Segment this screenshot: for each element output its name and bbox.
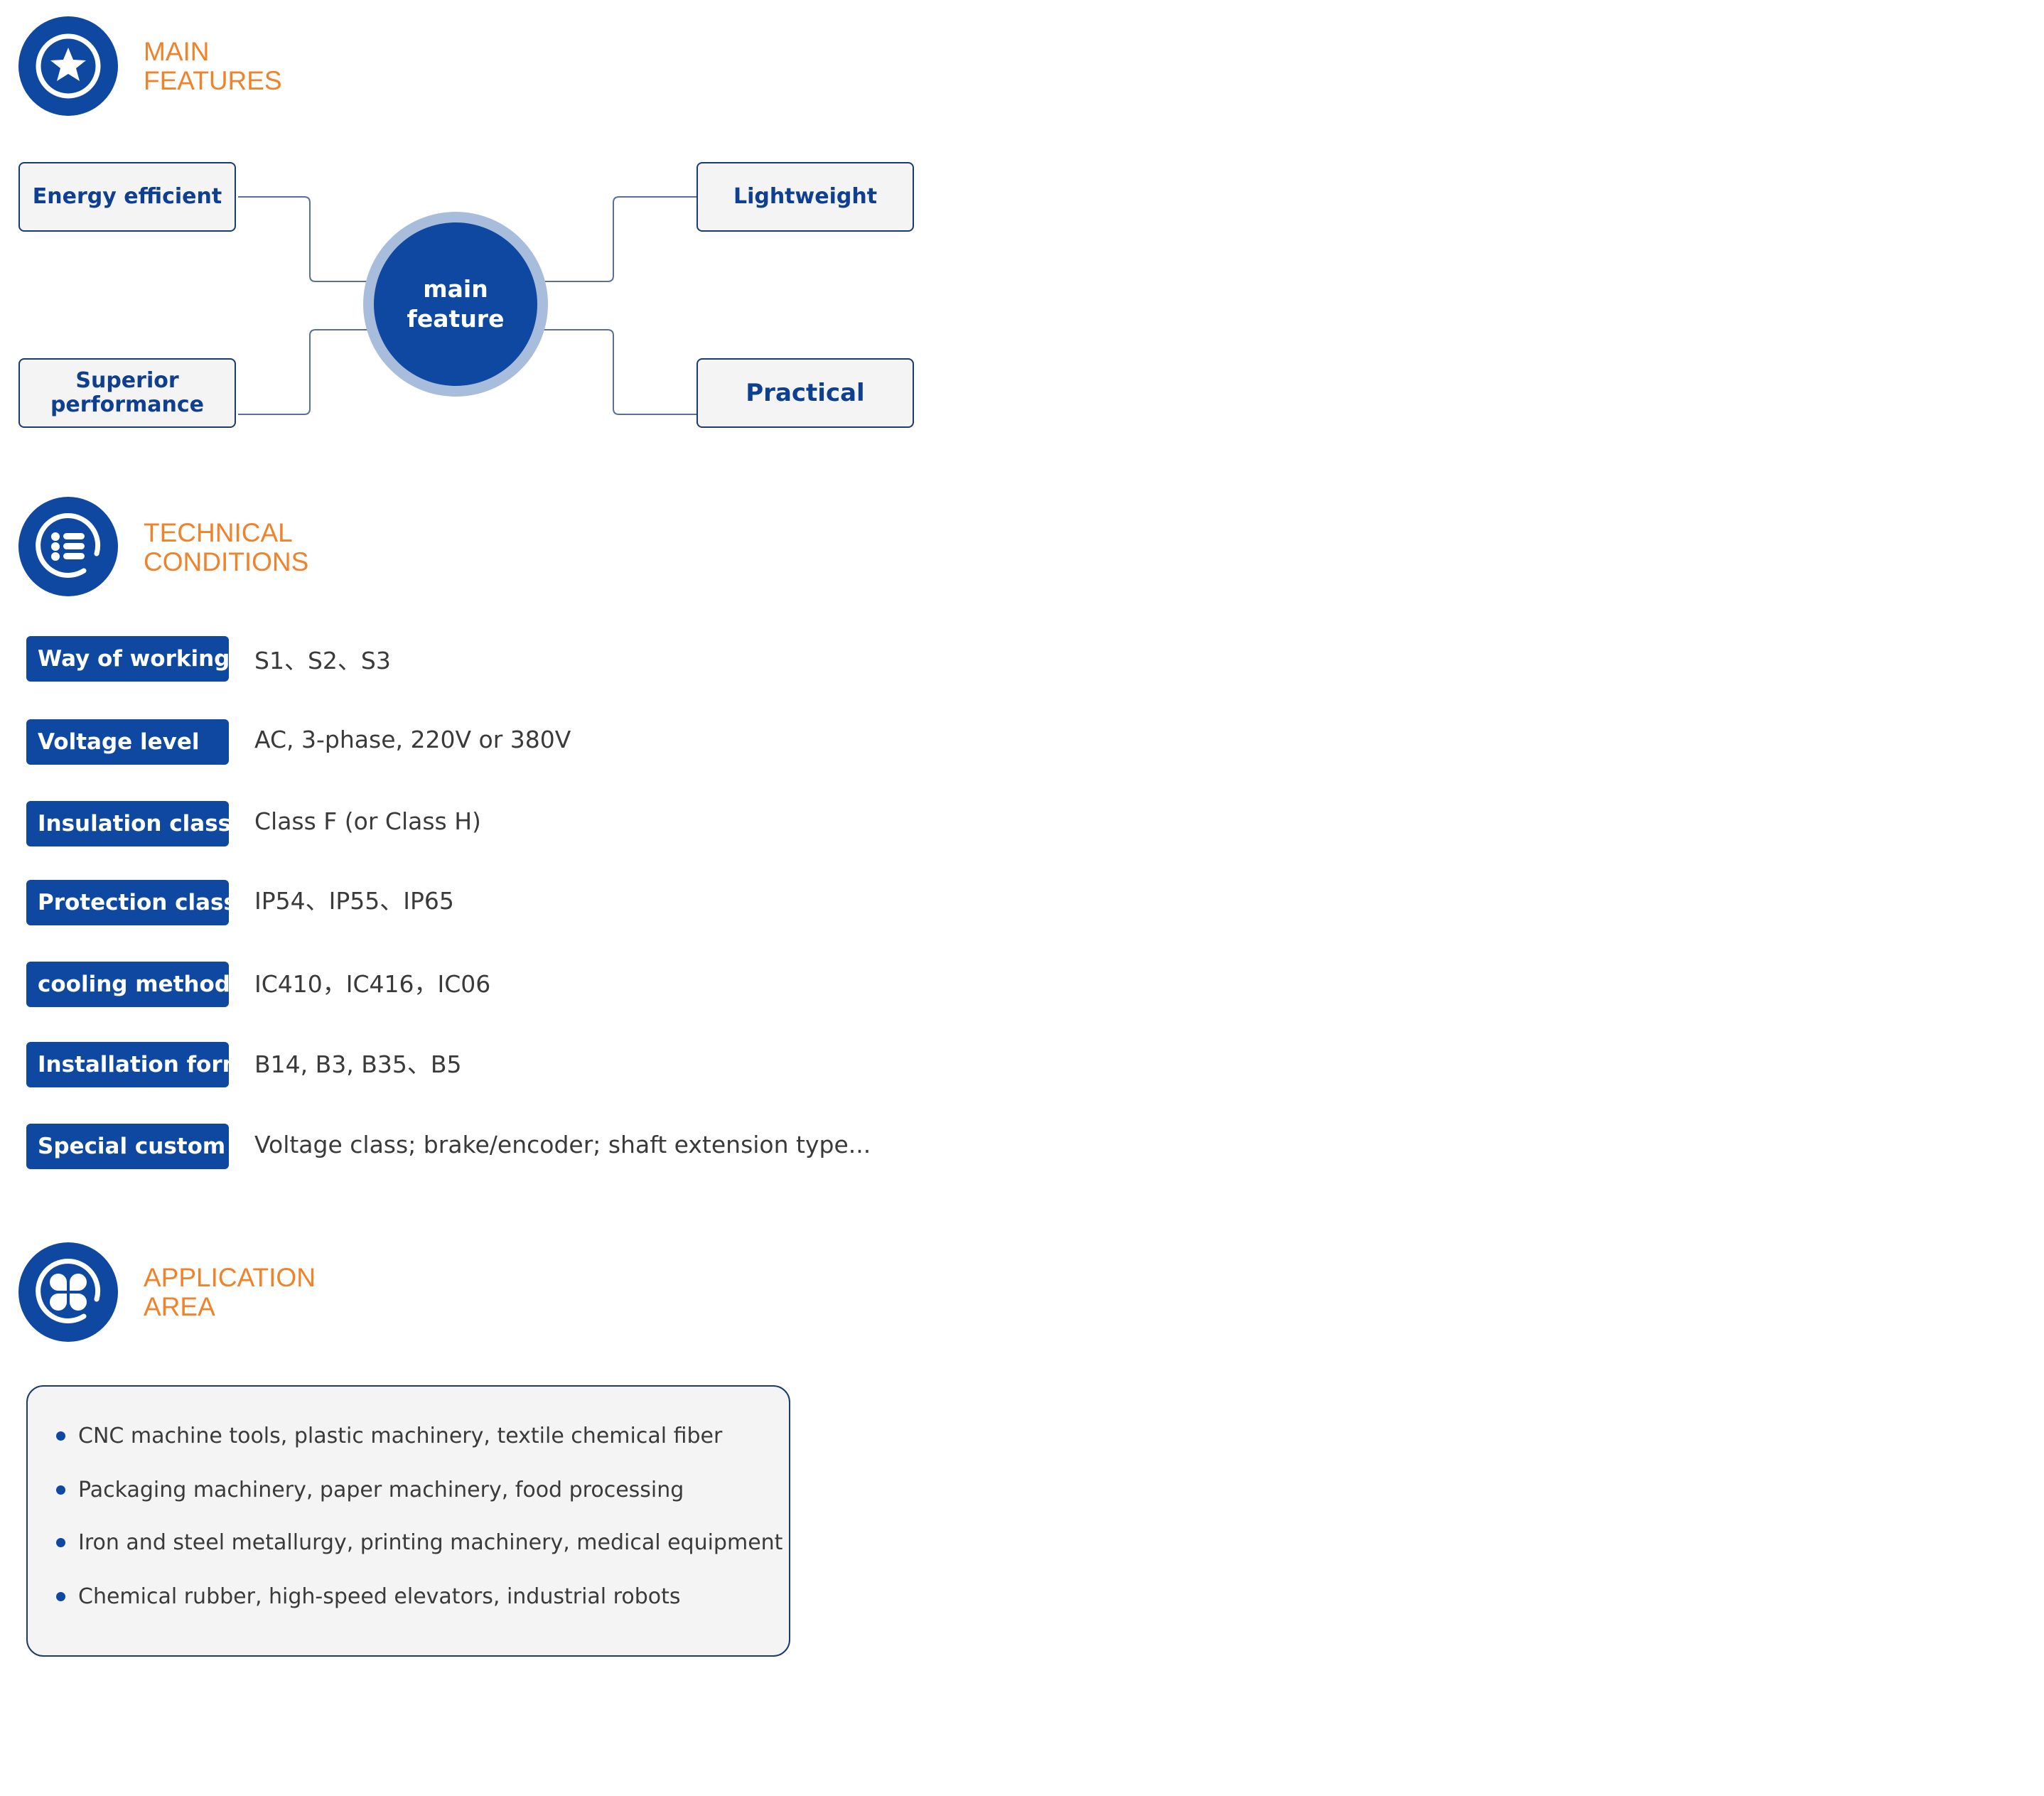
center-node: main feature [374, 222, 537, 386]
feature-label-line: performance [50, 392, 205, 417]
spec-value: IP54、IP55、IP65 [254, 887, 454, 915]
list-item-text: CNC machine tools, plastic machinery, te… [78, 1424, 723, 1448]
spec-label: Insulation class [26, 801, 231, 846]
spec-value: IC410，IC416，IC06 [254, 970, 491, 998]
spec-value: AC, 3-phase, 220V or 380V [254, 725, 571, 753]
spec-label: Protection class [26, 880, 237, 925]
center-node-label-line: main [423, 275, 488, 303]
list-item: Chemical rubber, high-speed elevators, i… [56, 1584, 681, 1609]
spec-label: Installation form [26, 1042, 245, 1087]
connector-practical [542, 329, 696, 415]
section-title-line: CONDITIONS [144, 547, 309, 576]
feature-box-practical: Practical [696, 358, 914, 428]
section-title-line: FEATURES [144, 66, 282, 95]
section-title-line: TECHNICAL [144, 518, 293, 547]
section-title-application-area: APPLICATION AREA [144, 1263, 316, 1321]
section-title-main-features: MAIN FEATURES [144, 37, 282, 95]
application-list-box: CNC machine tools, plastic machinery, te… [26, 1385, 790, 1657]
bullet-icon [56, 1592, 65, 1601]
spec-label: Special custom [26, 1124, 229, 1169]
spec-value: S1、S2、S3 [254, 647, 391, 674]
connector-energy-efficient [238, 196, 370, 282]
feature-label-line: Superior [75, 368, 179, 393]
section-title-line: APPLICATION [144, 1263, 316, 1292]
list-item: CNC machine tools, plastic machinery, te… [56, 1424, 722, 1448]
clover-grid-icon [18, 1242, 118, 1342]
bullet-icon [56, 1485, 65, 1495]
section-title-line: AREA [144, 1292, 215, 1321]
spec-label: Way of working [26, 636, 230, 682]
spec-value: Class F (or Class H) [254, 807, 481, 835]
spec-value: B14, B3, B35、B5 [254, 1050, 462, 1078]
spec-label: Voltage level [26, 719, 229, 765]
spec-value: Voltage class; brake/encoder; shaft exte… [254, 1130, 871, 1158]
feature-label: Lightweight [733, 184, 878, 209]
star-badge-icon [18, 16, 118, 116]
center-node-label-line: feature [407, 305, 505, 333]
bullet-icon [56, 1538, 65, 1547]
list-icon [18, 497, 118, 596]
list-item: Packaging machinery, paper machinery, fo… [56, 1478, 684, 1502]
feature-label: Energy efficient [32, 184, 222, 209]
section-title-technical-conditions: TECHNICAL CONDITIONS [144, 518, 308, 576]
feature-box-energy-efficient: Energy efficient [18, 162, 236, 232]
connector-lightweight [542, 196, 696, 282]
list-item-text: Packaging machinery, paper machinery, fo… [78, 1478, 684, 1502]
feature-box-lightweight: Lightweight [696, 162, 914, 232]
list-item-text: Chemical rubber, high-speed elevators, i… [78, 1584, 681, 1609]
feature-label: Practical [746, 379, 865, 407]
feature-box-superior-performance: Superior performance [18, 358, 236, 428]
list-item: Iron and steel metallurgy, printing mach… [56, 1530, 782, 1555]
section-title-line: MAIN [144, 37, 210, 66]
bullet-icon [56, 1431, 65, 1441]
spec-label: cooling method [26, 962, 230, 1007]
list-item-text: Iron and steel metallurgy, printing mach… [78, 1530, 783, 1555]
connector-superior-performance [238, 329, 370, 415]
